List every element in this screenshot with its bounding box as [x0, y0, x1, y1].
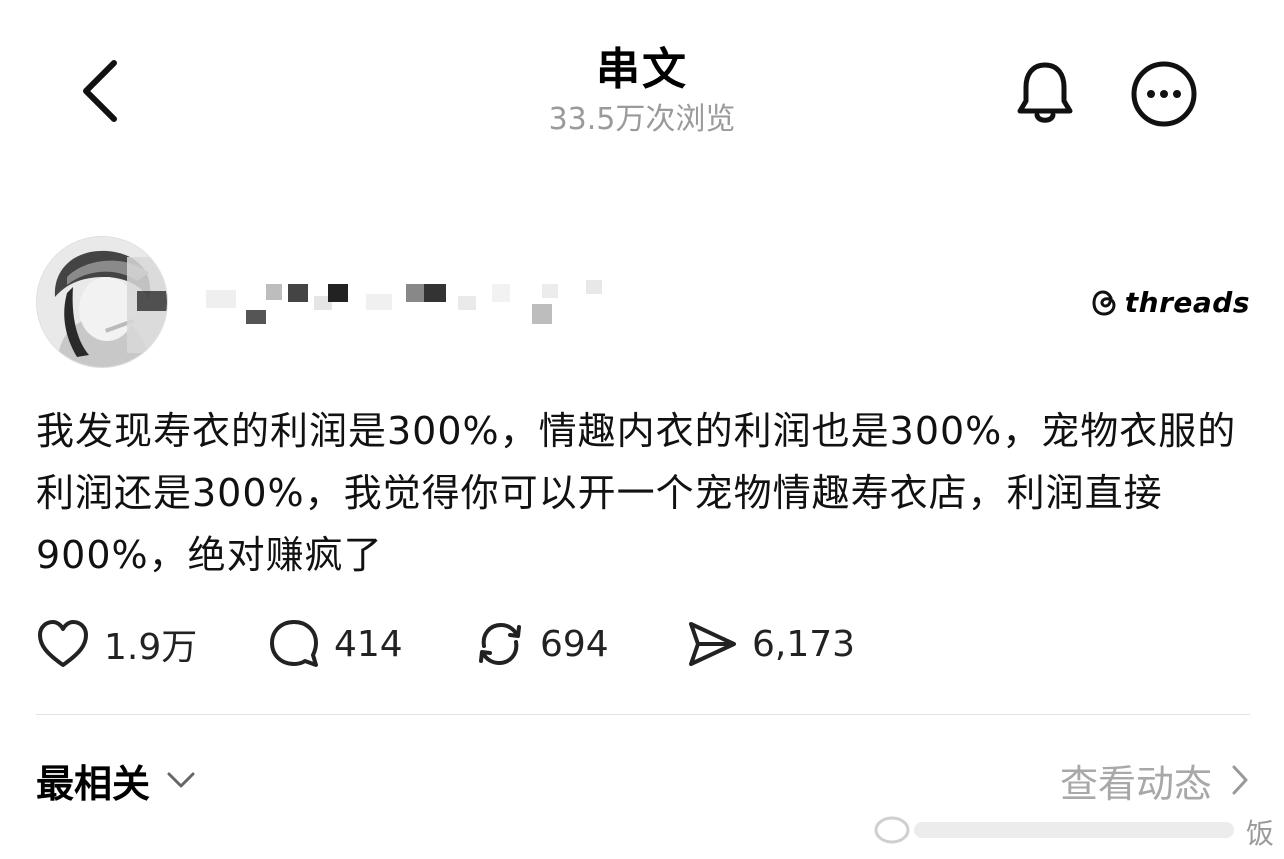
- chevron-left-icon: [83, 60, 117, 122]
- more-horizontal-icon: [1131, 61, 1197, 127]
- threads-icon: [1092, 289, 1116, 316]
- watermark: 饭: [870, 808, 1284, 850]
- chevron-right-icon: [1232, 765, 1248, 795]
- send-icon: [689, 622, 736, 666]
- watermark-text: 饭: [1245, 817, 1274, 850]
- view-count: 33.5万次浏览: [548, 102, 736, 137]
- bell-icon: [1017, 62, 1073, 123]
- view-activity-label: 查看动态: [1059, 761, 1212, 806]
- threads-logo: threads: [1091, 286, 1250, 319]
- share-count: 6,173: [752, 623, 856, 665]
- threads-label: threads: [1124, 286, 1250, 319]
- replies-header: 最相关 查看动态: [36, 748, 1250, 812]
- view-activity-link[interactable]: 查看动态: [1060, 748, 1250, 812]
- action-bar: 1.9万 414 694 6,173: [36, 612, 1250, 676]
- repost-count: 694: [540, 623, 609, 665]
- top-bar: 串文 33.5万次浏览: [0, 0, 1284, 160]
- avatar-image: [37, 237, 167, 367]
- page-title: 串文: [596, 44, 688, 95]
- like-button[interactable]: 1.9万: [36, 612, 197, 676]
- comment-button[interactable]: 414: [268, 612, 403, 676]
- heart-icon: [38, 620, 88, 667]
- avatar[interactable]: [36, 236, 168, 368]
- share-button[interactable]: 6,173: [686, 612, 855, 676]
- pixelated-username: [206, 280, 602, 324]
- back-button[interactable]: [70, 55, 130, 127]
- sort-label: 最相关: [36, 761, 151, 806]
- repost-button[interactable]: 694: [474, 612, 609, 676]
- comment-icon: [270, 620, 318, 667]
- divider: [36, 714, 1250, 715]
- author-row: threads: [36, 236, 1250, 370]
- watermark-logo: [874, 816, 1234, 844]
- repost-icon: [479, 622, 521, 666]
- like-count: 1.9万: [104, 627, 198, 668]
- sort-dropdown[interactable]: 最相关: [36, 748, 196, 812]
- chevron-down-icon: [167, 772, 195, 788]
- title-block: 串文 33.5万次浏览: [442, 42, 842, 140]
- comment-count: 414: [334, 623, 403, 665]
- notifications-button[interactable]: [1010, 55, 1080, 131]
- post-body: 我发现寿衣的利润是300%，情趣内衣的利润也是300%，宠物衣服的利润还是300…: [36, 409, 1237, 577]
- username-redacted[interactable]: [196, 276, 636, 326]
- more-button[interactable]: [1130, 60, 1198, 128]
